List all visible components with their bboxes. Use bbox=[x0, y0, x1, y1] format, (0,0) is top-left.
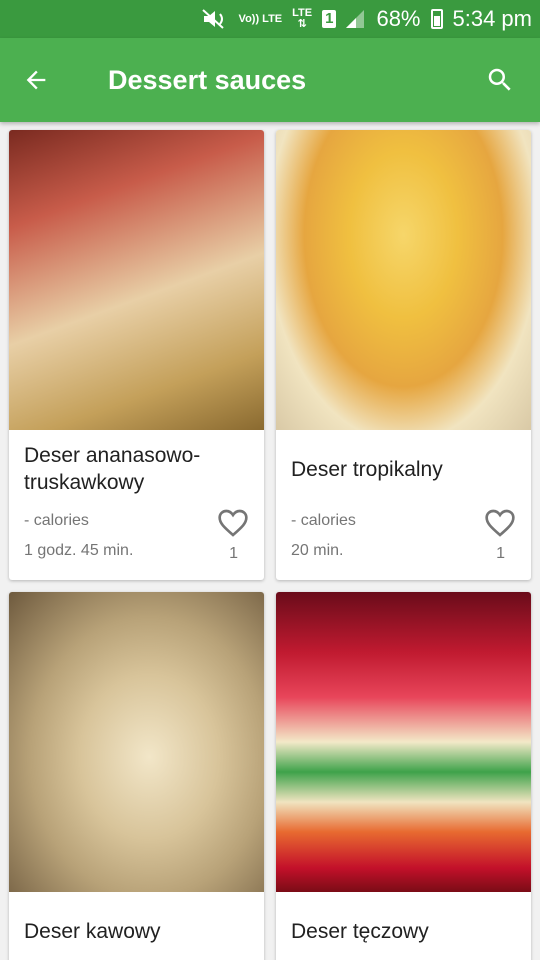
volte-indicator: Vo)) LTE bbox=[238, 12, 283, 25]
favorite-heart-icon[interactable] bbox=[484, 508, 516, 538]
lte-indicator: LTE ⇅ bbox=[292, 7, 313, 30]
status-bar: Vo)) LTE LTE ⇅ 1 68% 5:34 pm bbox=[0, 0, 540, 38]
back-button[interactable] bbox=[14, 58, 58, 102]
app-bar: Dessert sauces bbox=[0, 38, 540, 122]
arrow-left-icon bbox=[26, 70, 46, 90]
recipe-card[interactable]: Deser kawowy bbox=[9, 592, 264, 960]
recipe-photo bbox=[9, 130, 264, 430]
recipe-title: Deser tropikalny bbox=[291, 458, 443, 481]
recipe-title: Deser kawowy bbox=[24, 920, 161, 943]
page-title: Dessert sauces bbox=[108, 65, 307, 95]
recipe-card[interactable]: Deser ananasowo-truskawkowy - calories 1… bbox=[9, 130, 264, 580]
clock: 5:34 pm bbox=[452, 6, 533, 31]
recipe-photo bbox=[9, 592, 264, 892]
recipe-photo bbox=[276, 592, 531, 892]
likes-count: 1 bbox=[496, 545, 505, 562]
mute-icon bbox=[201, 9, 224, 29]
search-icon bbox=[488, 68, 511, 91]
battery-icon bbox=[430, 9, 443, 29]
recipe-calories: - calories bbox=[24, 512, 89, 529]
search-button[interactable] bbox=[478, 58, 522, 102]
signal-icon bbox=[346, 10, 365, 28]
recipe-title: Deser ananasowo-truskawkowy bbox=[24, 444, 201, 494]
recipe-time: 1 godz. 45 min. bbox=[24, 542, 134, 559]
recipe-calories: - calories bbox=[291, 512, 356, 529]
likes-count: 1 bbox=[229, 545, 238, 562]
recipe-title: Deser tęczowy bbox=[291, 920, 429, 943]
recipe-card[interactable]: Deser tropikalny - calories 20 min. 1 bbox=[276, 130, 531, 580]
favorite-heart-icon[interactable] bbox=[217, 508, 249, 538]
status-icons: Vo)) LTE LTE ⇅ 1 68% 5:34 pm bbox=[201, 0, 532, 38]
recipe-card[interactable]: Deser tęczowy bbox=[276, 592, 531, 960]
battery-percent: 68% bbox=[376, 6, 421, 31]
sim-slot-icon: 1 bbox=[322, 10, 337, 28]
recipe-time: 20 min. bbox=[291, 542, 344, 559]
recipe-photo bbox=[276, 130, 531, 430]
